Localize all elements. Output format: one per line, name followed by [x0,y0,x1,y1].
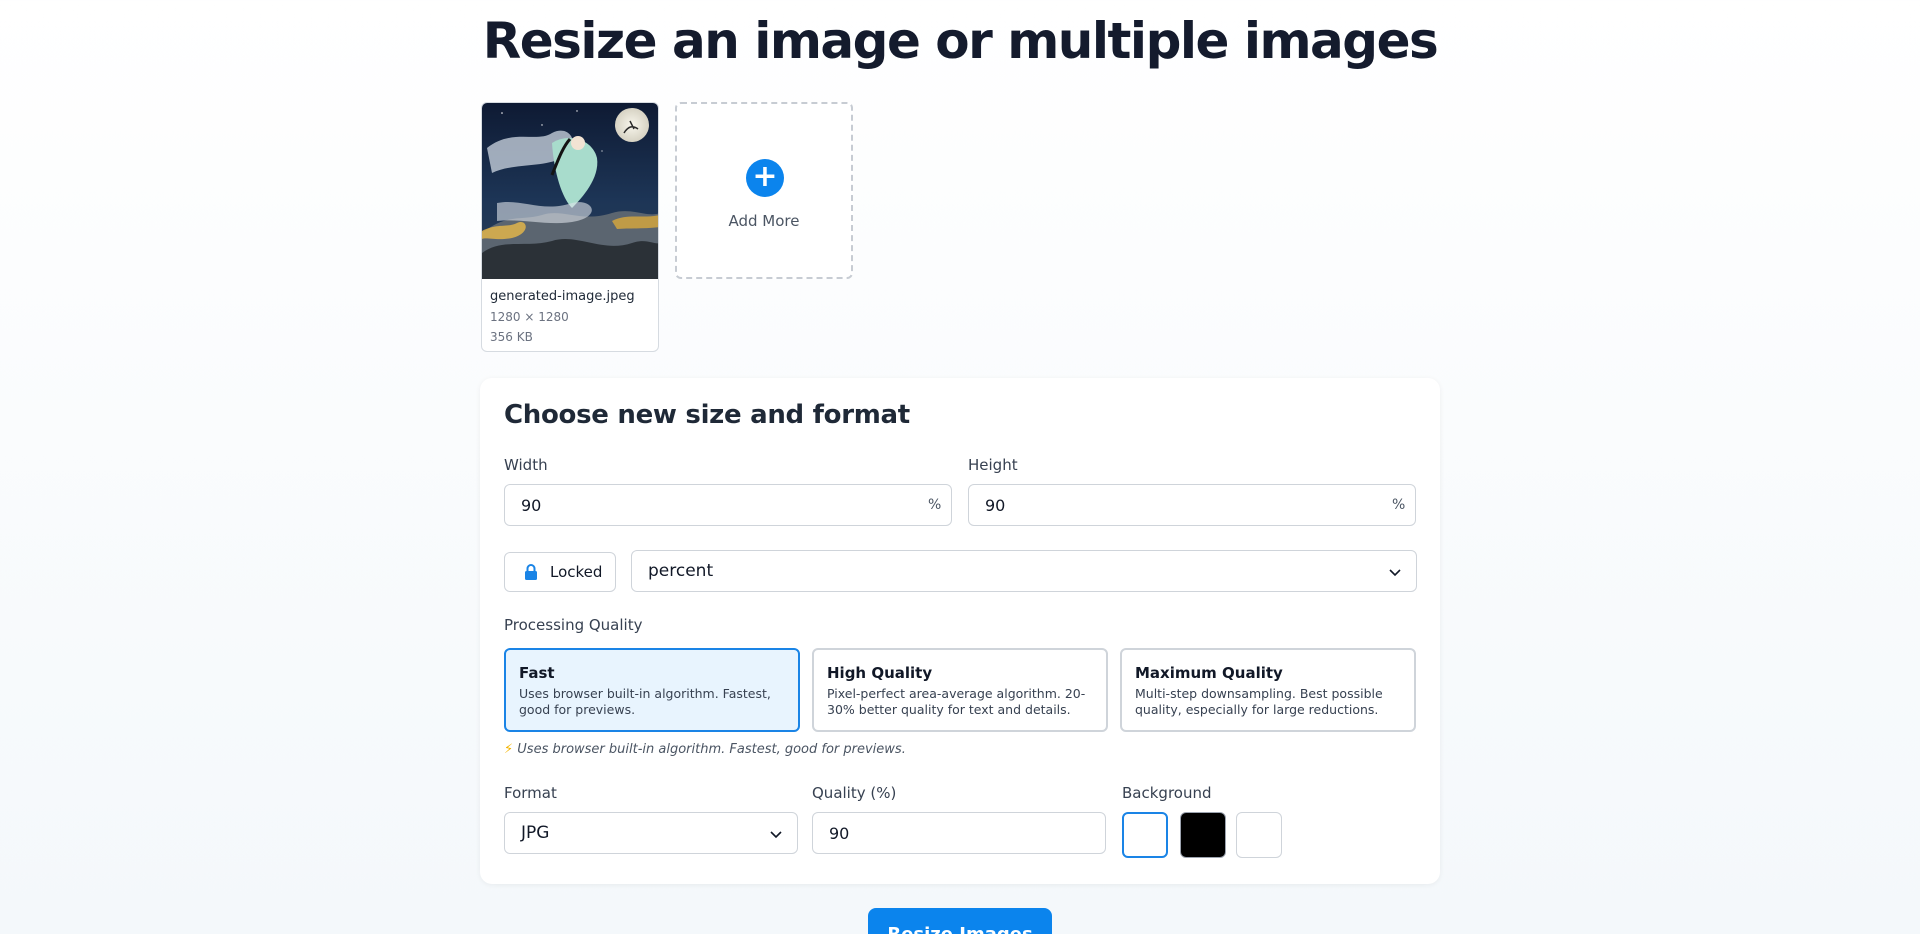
jpeg-quality-label: Quality (%) [812,784,897,802]
quality-hint: ⚡ Uses browser built-in algorithm. Faste… [504,742,906,757]
height-label: Height [968,456,1018,474]
height-unit: % [1392,497,1406,513]
resize-images-button[interactable]: Resize Images [868,908,1052,934]
file-name: generated-image.jpeg [490,289,635,304]
aspect-lock-button[interactable]: Locked [504,552,616,592]
lock-icon [525,564,537,580]
quality-option-high[interactable]: High Quality Pixel-perfect area-average … [812,648,1108,732]
format-select[interactable]: JPG [504,812,798,854]
quality-option-title: Maximum Quality [1135,664,1283,682]
width-label: Width [504,456,548,474]
file-card[interactable]: generated-image.jpeg 1280 × 1280 356 KB [481,102,659,352]
format-label: Format [504,784,557,802]
chevron-down-icon [770,831,782,839]
lock-label: Locked [550,563,603,581]
background-swatch-transparent[interactable] [1236,812,1282,858]
plus-icon: + [746,159,784,197]
file-dimensions: 1280 × 1280 [490,310,569,324]
add-more-label: Add More [728,212,800,230]
quality-option-maximum[interactable]: Maximum Quality Multi-step downsampling.… [1120,648,1416,732]
add-more-button[interactable]: + Add More [675,102,853,279]
file-size: 356 KB [490,330,533,344]
background-swatch-white[interactable] [1122,812,1168,858]
format-select-value: JPG [521,823,550,843]
unit-select-value: percent [648,561,714,581]
quality-option-desc: Uses browser built-in algorithm. Fastest… [519,686,771,717]
quality-option-desc: Multi-step downsampling. Best possible q… [1135,686,1383,717]
background-label: Background [1122,784,1212,802]
panel-title: Choose new size and format [504,400,910,430]
height-input[interactable] [968,484,1416,526]
width-input[interactable] [504,484,952,526]
quality-hint-text: Uses browser built-in algorithm. Fastest… [517,742,906,757]
image-thumbnail [482,103,658,279]
page-title: Resize an image or multiple images [482,12,1439,70]
processing-quality-label: Processing Quality [504,616,643,634]
quality-option-title: High Quality [827,664,933,682]
jpeg-quality-input[interactable] [812,812,1106,854]
lightning-icon: ⚡ [504,742,514,757]
background-swatch-black[interactable] [1180,812,1226,858]
quality-option-fast[interactable]: Fast Uses browser built-in algorithm. Fa… [504,648,800,732]
chevron-down-icon [1389,569,1401,577]
width-unit: % [928,497,942,513]
resize-options-panel: Choose new size and format Width % Heigh… [480,378,1440,884]
quality-option-desc: Pixel-perfect area-average algorithm. 20… [827,686,1086,717]
quality-option-title: Fast [519,664,555,682]
unit-select[interactable]: percent [631,550,1417,592]
